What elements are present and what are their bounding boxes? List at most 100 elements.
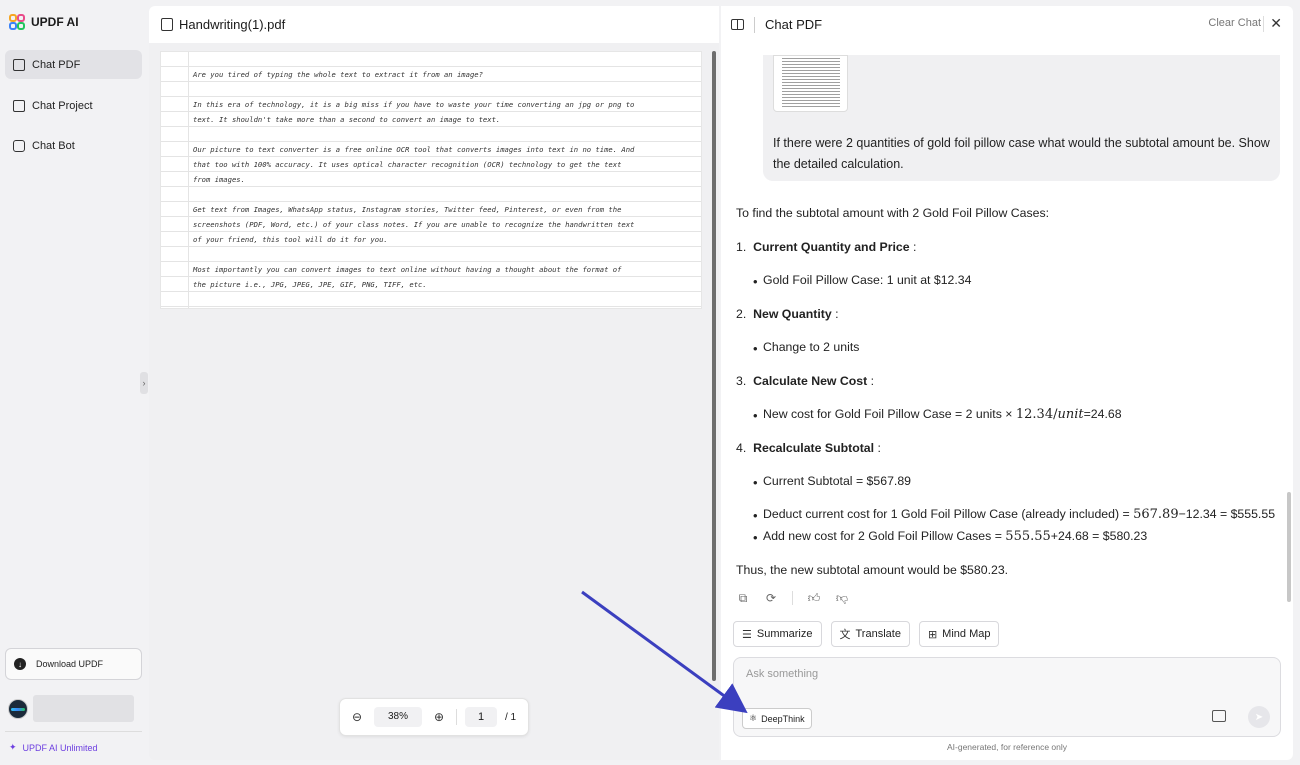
bullet-text: =24.68 <box>1083 407 1122 421</box>
answer-bullet: Add new cost for 2 Gold Foil Pillow Case… <box>753 529 1148 545</box>
answer-step: 3. Calculate New Cost : <box>736 374 874 388</box>
zoom-out-icon[interactable]: ⊖ <box>348 710 366 724</box>
step-title: Calculate New Cost <box>753 374 868 388</box>
sparkle-icon: ✦ <box>9 742 17 752</box>
sidebar-item-chat-project[interactable]: Chat Project <box>5 91 142 120</box>
clear-chat-button[interactable]: Clear Chat <box>1208 17 1261 29</box>
handwritten-line: screenshots (PDF, Word, etc.) of your cl… <box>193 220 635 229</box>
bullet-text: Add new cost for 2 Gold Foil Pillow Case… <box>763 529 1006 543</box>
chat-input[interactable] <box>746 668 1246 680</box>
bullet-text: −12.34 = $555.55 <box>1178 507 1276 521</box>
chat-header: Chat PDF <box>721 6 1293 43</box>
step-number: 2. <box>736 307 747 321</box>
user-profile[interactable] <box>8 695 134 722</box>
handwritten-line: from images. <box>193 175 245 184</box>
chat-panel: Chat PDF Clear Chat ✕ If there were 2 qu… <box>721 6 1293 760</box>
page-number-input[interactable]: 1 <box>465 707 497 727</box>
pdf-thumbnail[interactable] <box>773 55 848 112</box>
copy-icon[interactable]: ⧉ <box>736 591 750 605</box>
updf-logo-icon <box>9 14 25 30</box>
quick-action-label: Mind Map <box>942 628 991 640</box>
collapse-sidebar-handle[interactable]: › <box>140 372 148 394</box>
answer-step: 1. Current Quantity and Price : <box>736 240 916 254</box>
divider <box>792 591 793 605</box>
bullet-text: +24.68 = $580.23 <box>1050 529 1148 543</box>
send-icon: ➤ <box>1254 711 1264 723</box>
upgrade-link[interactable]: ✦ UPDF AI Unlimited <box>9 742 98 753</box>
folder-icon <box>13 99 25 112</box>
regenerate-icon[interactable]: ⟳ <box>764 591 778 605</box>
chevron-right-icon: › <box>142 378 146 388</box>
ai-disclaimer: AI-generated, for reference only <box>946 742 1067 752</box>
divider <box>754 16 755 33</box>
deepthink-toggle[interactable]: ⚛ DeepThink <box>742 708 812 729</box>
image-upload-icon[interactable] <box>1212 710 1226 722</box>
download-label: Download UPDF <box>36 659 104 669</box>
step-colon: : <box>867 374 875 388</box>
answer-conclusion: Thus, the new subtotal amount would be $… <box>736 563 1009 577</box>
pdf-scrollbar[interactable] <box>712 51 716 681</box>
thumbs-down-icon[interactable]: 👎︎ <box>835 591 849 605</box>
handwritten-line: the picture i.e., JPG, JPEG, JPE, GIF, P… <box>193 280 427 289</box>
handwritten-line: Most importantly you can convert images … <box>193 265 622 274</box>
math-expression: 12.34/ <box>1015 407 1058 422</box>
pdf-header: Handwriting(1).pdf <box>149 6 719 43</box>
quick-actions: ☰ Summarize 文 Translate ⊞ Mind Map <box>733 621 1000 647</box>
download-icon: ↓ <box>14 658 26 670</box>
user-message-text: If there were 2 quantities of gold foil … <box>773 136 1270 171</box>
handwritten-line: Our picture to text converter is a free … <box>193 145 635 154</box>
deepthink-label: DeepThink <box>761 713 805 724</box>
answer-bullet: Change to 2 units <box>753 340 859 356</box>
chat-title: Chat PDF <box>765 17 823 32</box>
sidebar-item-label: Chat PDF <box>32 58 81 71</box>
step-title: New Quantity <box>753 307 832 321</box>
sidebar-item-label: Chat Project <box>32 99 93 112</box>
zoom-level[interactable]: 38% <box>374 707 422 727</box>
user-message: If there were 2 quantities of gold foil … <box>763 55 1280 181</box>
step-number: 3. <box>736 374 747 388</box>
summarize-icon: ☰ <box>742 628 752 641</box>
answer-step: 2. New Quantity : <box>736 307 839 321</box>
answer-bullet: Gold Foil Pillow Case: 1 unit at $12.34 <box>753 273 972 289</box>
deepthink-icon: ⚛ <box>749 713 758 723</box>
step-number: 1. <box>736 240 747 254</box>
sidebar-item-chat-bot[interactable]: Chat Bot <box>5 131 142 160</box>
close-icon[interactable]: ✕ <box>1270 15 1282 32</box>
summarize-button[interactable]: ☰ Summarize <box>733 621 822 647</box>
handwritten-line: In this era of technology, it is a big m… <box>193 100 635 109</box>
step-number: 4. <box>736 441 747 455</box>
divider <box>5 731 142 732</box>
math-unit: unit <box>1057 407 1084 422</box>
user-name-placeholder <box>33 695 134 722</box>
thumbs-up-icon[interactable]: 👍︎ <box>807 591 821 605</box>
answer-intro: To find the subtotal amount with 2 Gold … <box>736 206 1050 220</box>
avatar[interactable] <box>8 698 28 719</box>
chat-scrollbar[interactable] <box>1287 492 1291 602</box>
page-margin-line <box>188 52 189 308</box>
chat-input-box: ⚛ DeepThink ➤ <box>733 657 1281 737</box>
zoom-in-icon[interactable]: ⊕ <box>430 710 448 724</box>
step-title: Recalculate Subtotal <box>753 441 875 455</box>
pdf-viewer: Handwriting(1).pdf Are you tired of typi… <box>149 6 719 760</box>
answer-bullet: Deduct current cost for 1 Gold Foil Pill… <box>753 507 1276 523</box>
handwritten-line: Are you tired of typing the whole text t… <box>193 70 483 79</box>
download-updf-button[interactable]: ↓ Download UPDF <box>5 648 142 680</box>
sidebar-item-label: Chat Bot <box>32 139 75 152</box>
divider <box>456 709 457 725</box>
step-colon: : <box>909 240 917 254</box>
translate-button[interactable]: 文 Translate <box>830 621 910 647</box>
math-expression: 567.89 <box>1133 507 1179 522</box>
book-icon[interactable] <box>731 19 744 30</box>
translate-icon: 文 <box>839 629 851 641</box>
handwritten-line: that too with 100% accuracy. It uses opt… <box>193 160 622 169</box>
mind-map-button[interactable]: ⊞ Mind Map <box>918 621 1000 647</box>
answer-bullet: New cost for Gold Foil Pillow Case = 2 u… <box>753 407 1122 423</box>
step-title: Current Quantity and Price <box>753 240 910 254</box>
sidebar-item-chat-pdf[interactable]: Chat PDF <box>5 50 142 79</box>
send-button[interactable]: ➤ <box>1248 706 1270 728</box>
pdf-page: Are you tired of typing the whole text t… <box>160 51 702 309</box>
answer-bullet: Current Subtotal = $567.89 <box>753 474 911 490</box>
thumbnail-content <box>782 58 840 108</box>
math-expression: 555.55 <box>1005 529 1051 544</box>
answer-actions: ⧉ ⟳ 👍︎ 👎︎ <box>736 591 849 605</box>
